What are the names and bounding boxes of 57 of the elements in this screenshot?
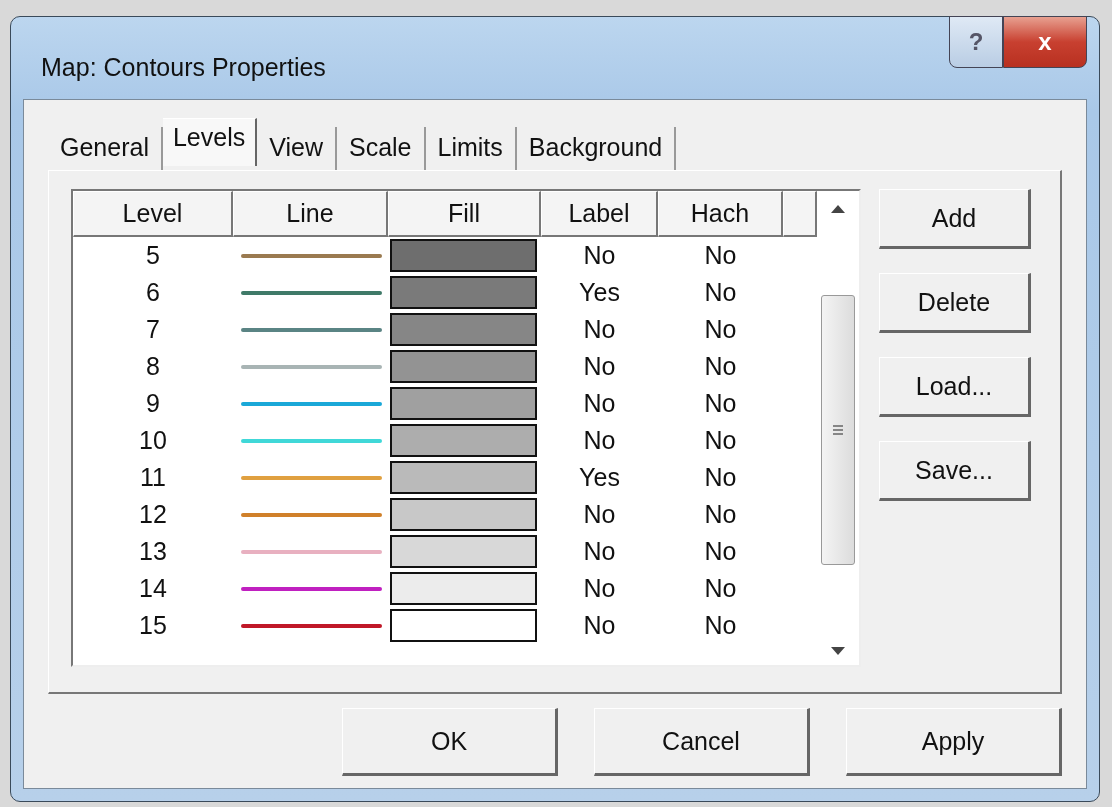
table-cell-text: No bbox=[582, 391, 617, 416]
side-button[interactable]: Save... bbox=[879, 441, 1031, 501]
close-button[interactable]: x bbox=[1003, 16, 1087, 68]
table-cell-text: No bbox=[703, 576, 738, 601]
table-cell-text: No bbox=[703, 280, 738, 305]
tab[interactable]: Limits bbox=[425, 127, 517, 170]
scroll-down-icon[interactable] bbox=[831, 647, 845, 655]
table-cell-text: No bbox=[582, 539, 617, 564]
scroll-up-icon[interactable] bbox=[831, 205, 845, 213]
column-header[interactable]: Hach bbox=[658, 191, 783, 237]
window-title: Map: Contours Properties bbox=[41, 53, 326, 82]
table-cell-text: No bbox=[703, 391, 738, 416]
table-cell-text: 11 bbox=[139, 465, 167, 490]
table-cell-text: Yes bbox=[578, 465, 621, 490]
dialog-button[interactable]: OK bbox=[342, 708, 558, 776]
scrollbar-thumb[interactable] bbox=[821, 295, 855, 565]
table-cell-text: No bbox=[703, 613, 738, 638]
table-cell-text: No bbox=[703, 354, 738, 379]
side-button[interactable]: Delete bbox=[879, 273, 1031, 333]
table-cell-text: No bbox=[703, 317, 738, 342]
table-cell-text: No bbox=[582, 613, 617, 638]
table-cell-text: 14 bbox=[138, 576, 168, 601]
table-cell-text: 12 bbox=[138, 502, 168, 527]
table-cell-text: No bbox=[703, 539, 738, 564]
tab[interactable]: Levels bbox=[162, 118, 258, 166]
dialog-button[interactable]: Cancel bbox=[594, 708, 810, 776]
table-cell-text: 9 bbox=[145, 391, 161, 416]
tab[interactable]: Background bbox=[516, 127, 677, 170]
column-header[interactable]: Line bbox=[233, 191, 388, 237]
table-cell-text: No bbox=[703, 502, 738, 527]
table-cell-text: 7 bbox=[145, 317, 161, 342]
side-button[interactable]: Add bbox=[879, 189, 1031, 249]
table-cell-text: No bbox=[703, 465, 738, 490]
table-cell-text: 13 bbox=[138, 539, 168, 564]
table-cell-text: No bbox=[582, 243, 617, 268]
help-button[interactable]: ? bbox=[949, 16, 1003, 68]
column-header[interactable]: Label bbox=[541, 191, 658, 237]
table-cell-text: 5 bbox=[145, 243, 161, 268]
table-cell-text: 6 bbox=[145, 280, 161, 305]
column-header[interactable]: Fill bbox=[388, 191, 541, 237]
tab[interactable]: Scale bbox=[336, 127, 426, 170]
table-cell-text: 10 bbox=[138, 428, 168, 453]
tab[interactable]: View bbox=[257, 127, 337, 170]
grip-icon bbox=[832, 424, 844, 436]
table-cell-text: No bbox=[582, 428, 617, 453]
table-cell-text: No bbox=[582, 354, 617, 379]
dialog-button[interactable]: Apply bbox=[846, 708, 1062, 776]
table-cell-text: 15 bbox=[138, 613, 168, 638]
table-cell-text: No bbox=[582, 317, 617, 342]
table-cell-text: No bbox=[582, 576, 617, 601]
side-button[interactable]: Load... bbox=[879, 357, 1031, 417]
table-cell-text: No bbox=[703, 428, 738, 453]
column-header[interactable]: Level bbox=[73, 191, 233, 237]
table-cell-text: 8 bbox=[145, 354, 161, 379]
table-cell-text: Yes bbox=[578, 280, 621, 305]
table-cell-text: No bbox=[703, 243, 738, 268]
table-cell-text: No bbox=[582, 502, 617, 527]
